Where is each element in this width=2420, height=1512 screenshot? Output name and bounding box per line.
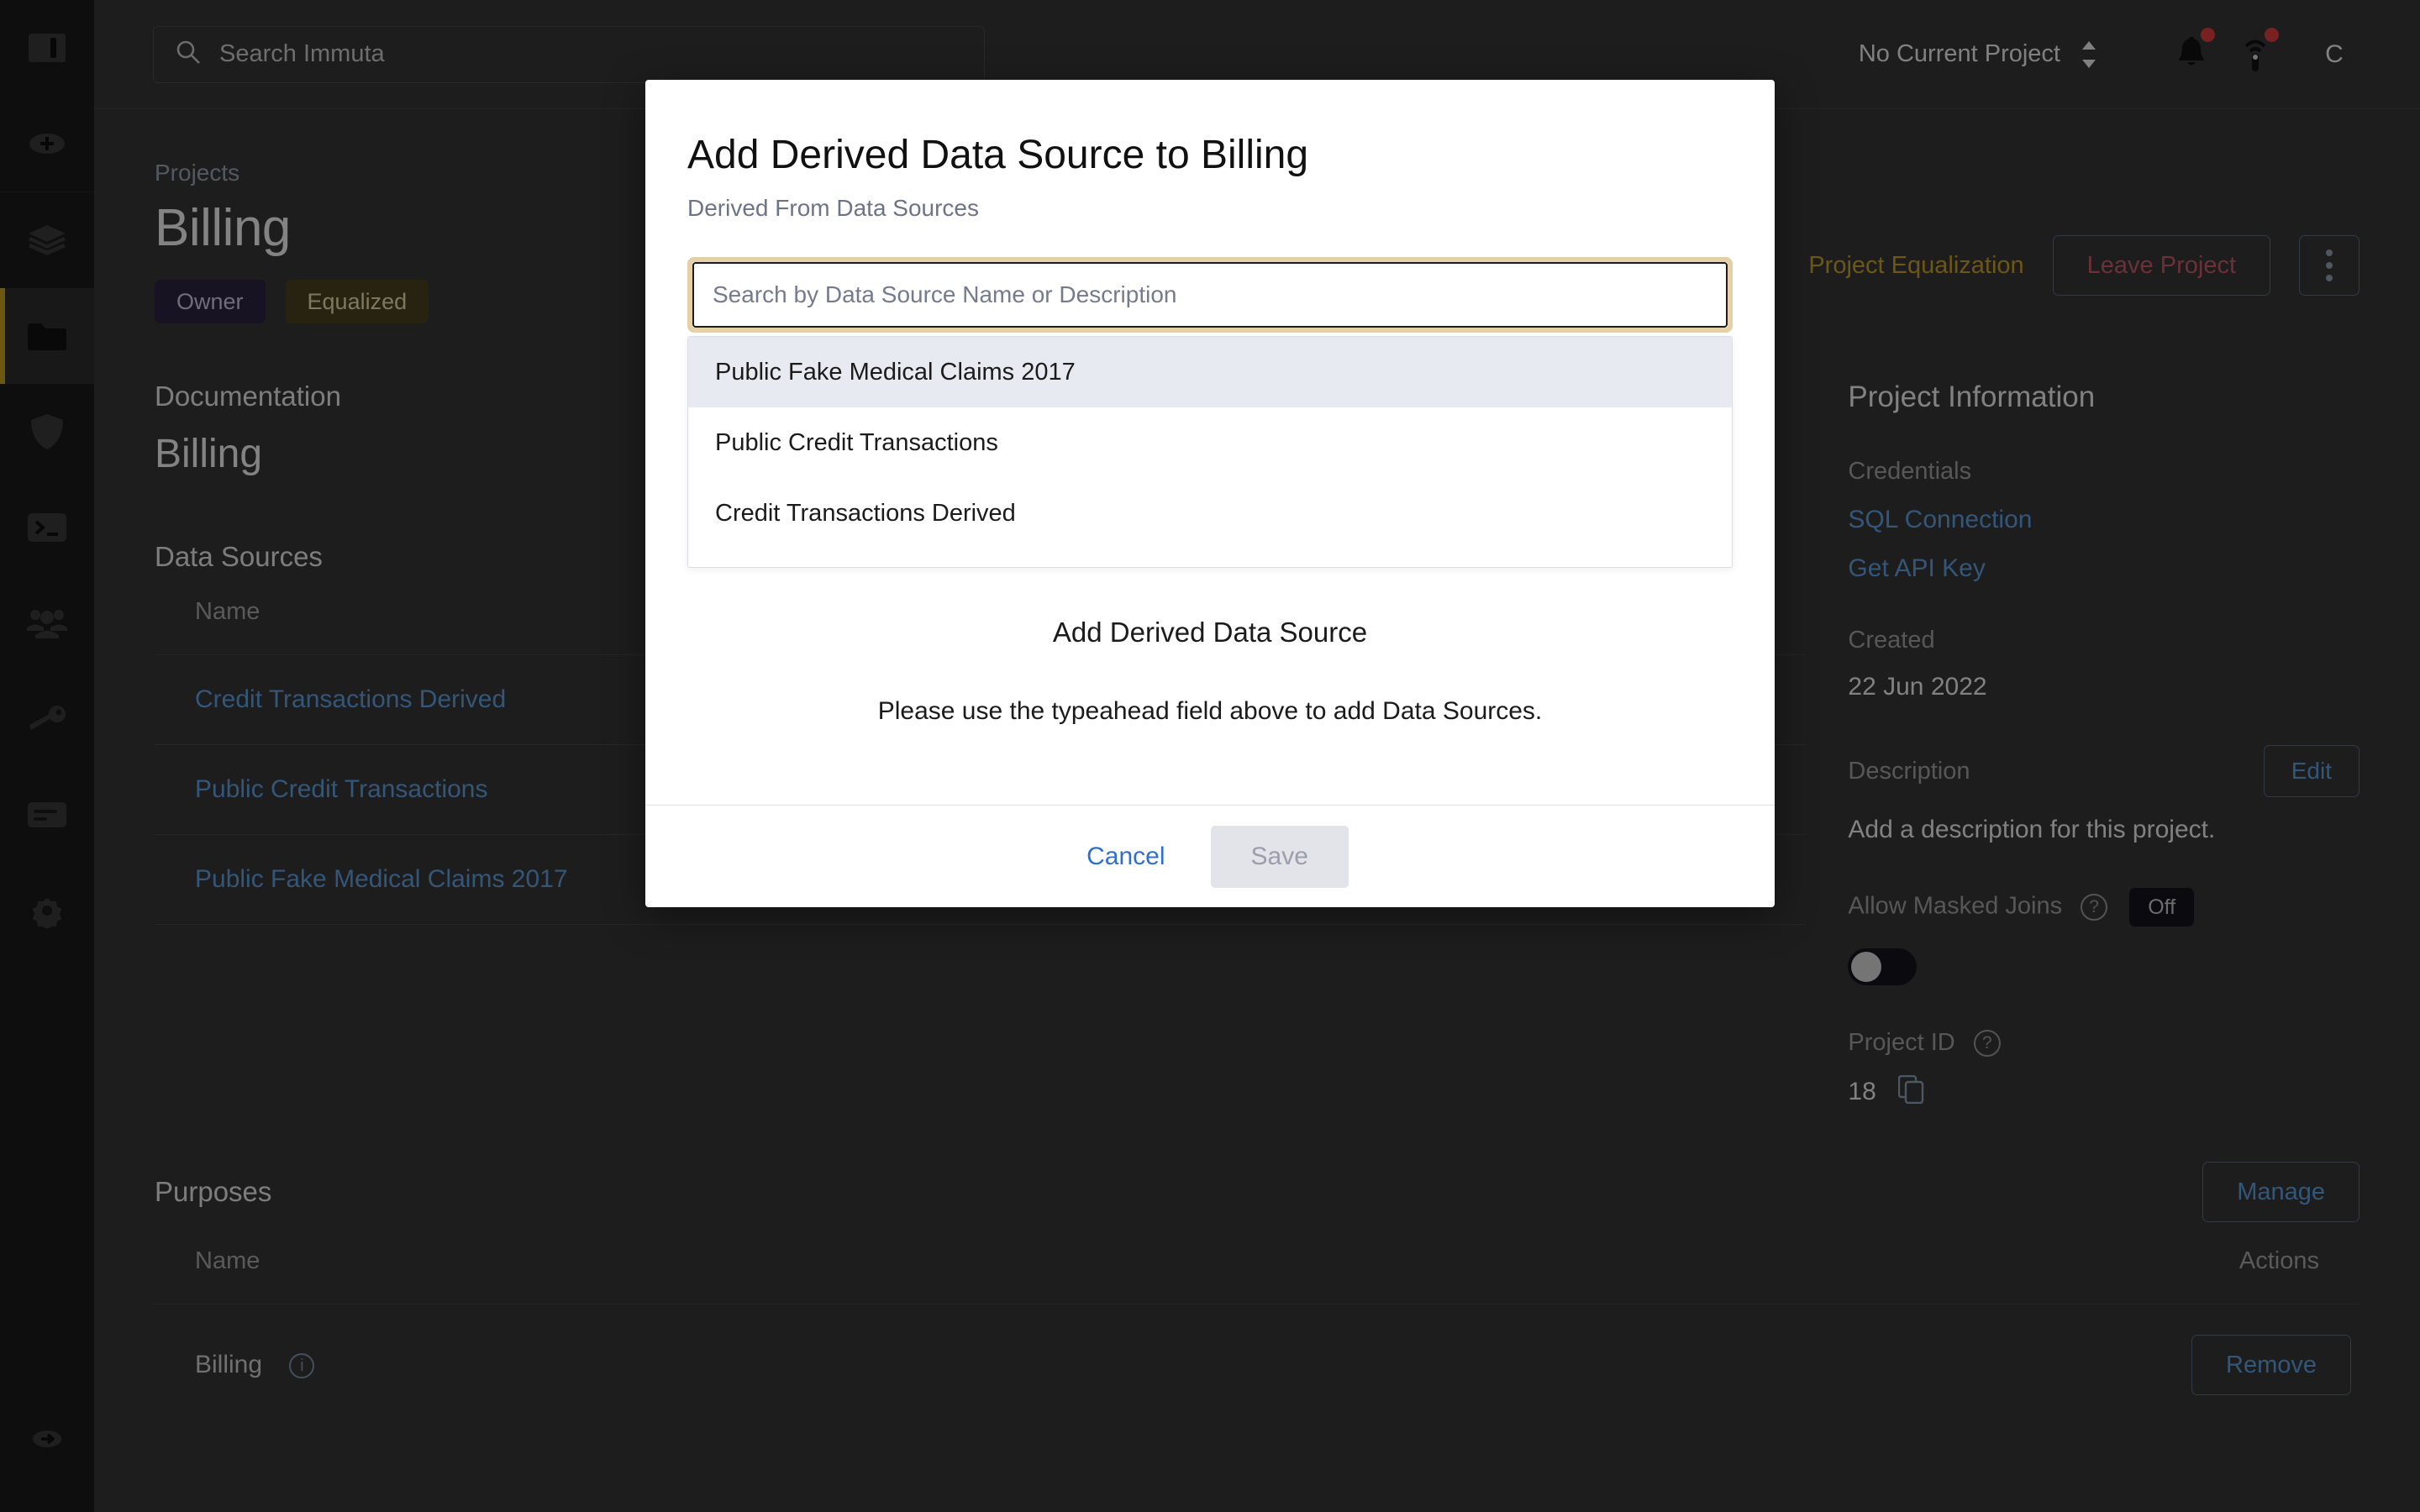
data-source-search-input[interactable]: Search by Data Source Name or Descriptio…	[692, 262, 1728, 328]
modal-body: Add Derived Data Source to Billing Deriv…	[645, 80, 1775, 805]
app-root: Search Immuta No Current Project C Proje…	[0, 0, 2420, 1512]
data-source-search-placeholder: Search by Data Source Name or Descriptio…	[713, 281, 1177, 307]
modal-subtitle: Derived From Data Sources	[687, 195, 980, 221]
modal-title: Add Derived Data Source to Billing	[687, 133, 1309, 177]
empty-state-message: Please use the typeahead field above to …	[877, 697, 1543, 725]
suggestion-item[interactable]: Credit Transactions Derived	[688, 478, 1732, 549]
empty-state: Add Derived Data Source Please use the t…	[687, 617, 1733, 726]
cancel-button[interactable]: Cancel	[1071, 827, 1180, 886]
modal-footer: Cancel Save	[645, 805, 1775, 907]
save-button[interactable]: Save	[1210, 825, 1349, 888]
add-derived-data-source-modal: Add Derived Data Source to Billing Deriv…	[645, 80, 1775, 907]
typeahead-wrapper: Search by Data Source Name or Descriptio…	[687, 257, 1733, 333]
suggestion-item[interactable]: Public Credit Transactions	[688, 407, 1732, 478]
typeahead-suggestions-dropdown: Public Fake Medical Claims 2017 Public C…	[687, 336, 1733, 568]
suggestion-item[interactable]: Public Fake Medical Claims 2017	[688, 337, 1732, 407]
empty-state-title: Add Derived Data Source	[1052, 617, 1368, 648]
